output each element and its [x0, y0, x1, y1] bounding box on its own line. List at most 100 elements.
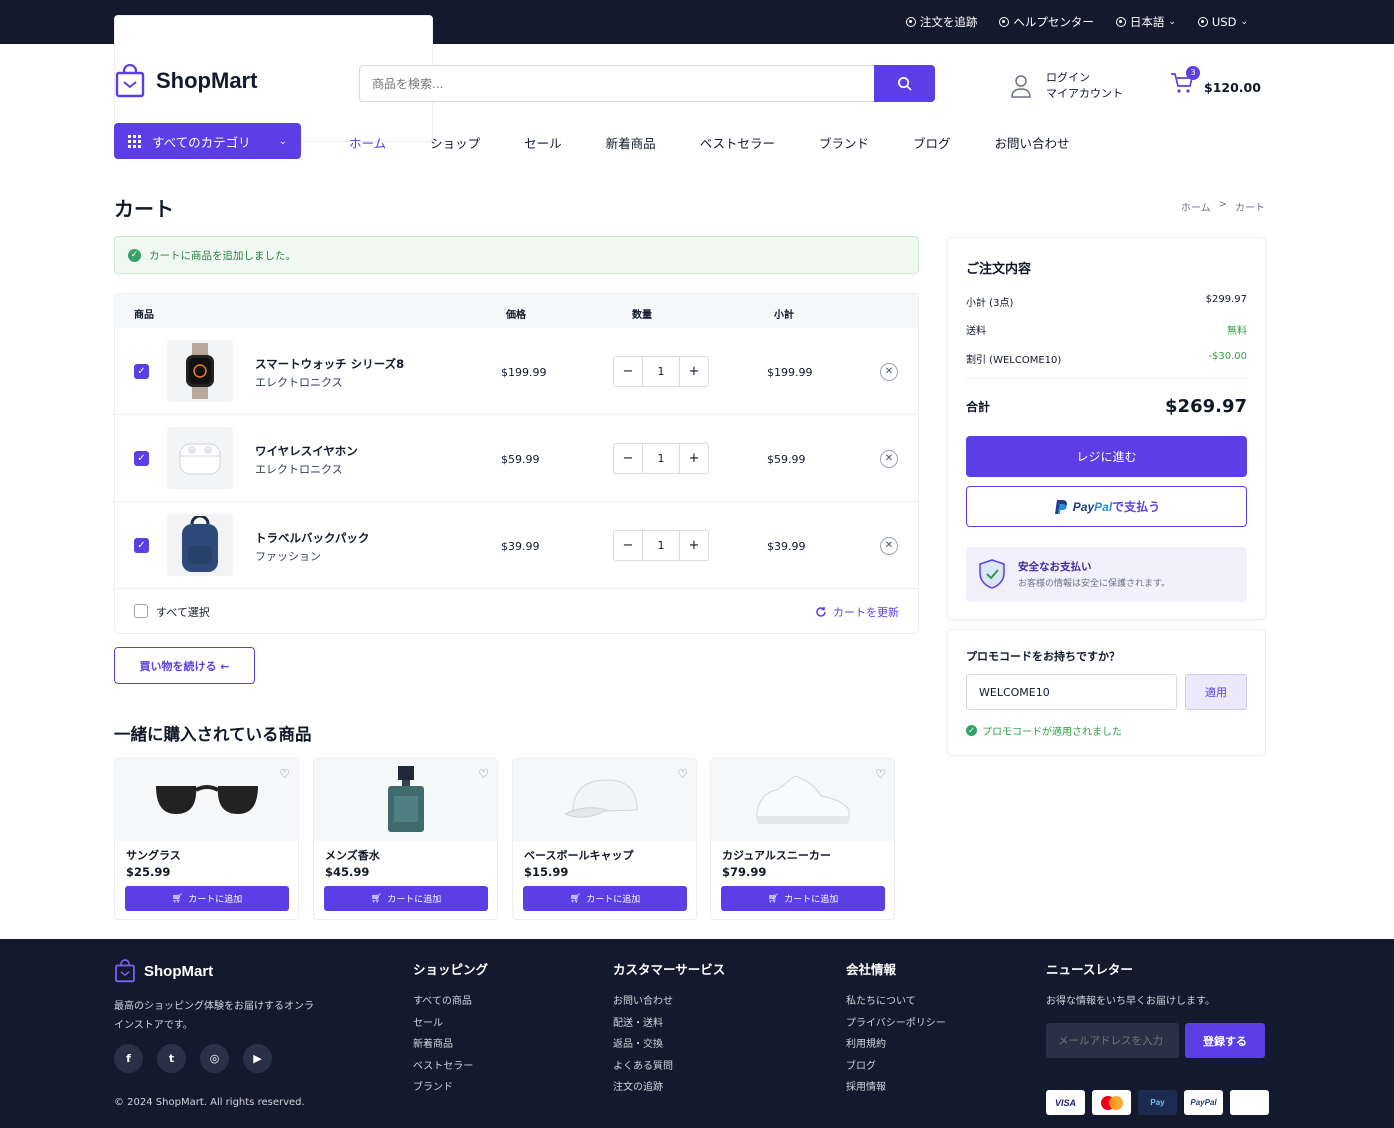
check-circle-icon: ✓: [966, 725, 977, 736]
product-image: ♡: [513, 759, 696, 841]
product-image: ♡: [711, 759, 894, 841]
promo-title: プロモコードをお持ちですか？: [966, 650, 1120, 663]
increase-button[interactable]: +: [680, 444, 708, 473]
add-to-cart-button[interactable]: 🛒︎ カートに追加: [125, 886, 289, 911]
checkout-button[interactable]: レジに進む: [966, 436, 1247, 477]
cart-icon: 🛒︎: [370, 893, 383, 904]
add-to-cart-button[interactable]: 🛒︎ カートに追加: [523, 886, 687, 911]
nav-blog[interactable]: ブログ: [913, 133, 951, 152]
promo-code-input[interactable]: [966, 674, 1177, 710]
currency-select[interactable]: USD ⌄: [1197, 15, 1248, 29]
product-card[interactable]: ♡ ベースボールキャップ $15.99 🛒︎ カートに追加: [512, 758, 697, 920]
baseball-cap-icon: [563, 779, 638, 818]
item-checkbox[interactable]: ✓: [134, 364, 149, 379]
footer-col-company: 会社情報 私たちについて プライバシーポリシー 利用規約 ブログ 採用情報: [846, 962, 946, 1093]
cart-icon: 🛒︎: [569, 893, 582, 904]
globe-icon: [1115, 17, 1126, 27]
add-to-cart-button[interactable]: 🛒︎ カートに追加: [324, 886, 488, 911]
update-cart-button[interactable]: カートを更新: [815, 604, 899, 620]
quantity-stepper: − 1 +: [613, 356, 709, 387]
footer-col-service: カスタマーサービス お問い合わせ 配送・送料 返品・交換 よくある質問 注文の追…: [613, 962, 726, 1093]
page-title: カート: [114, 197, 174, 221]
grid-icon: [128, 135, 142, 148]
increase-button[interactable]: +: [680, 357, 708, 386]
apply-promo-button[interactable]: 適用: [1185, 674, 1247, 710]
all-categories-button[interactable]: すべてのカテゴリ ⌄: [114, 123, 301, 159]
nav-new[interactable]: 新着商品: [606, 133, 656, 152]
shopping-bag-icon: [115, 959, 135, 983]
account-link[interactable]: ログイン マイアカウント: [1010, 70, 1123, 102]
help-center-link[interactable]: ヘルプセンター: [999, 14, 1094, 30]
nav-sale[interactable]: セール: [524, 133, 562, 152]
refresh-icon: [816, 607, 826, 617]
user-icon: [1011, 75, 1031, 98]
cart-row: ✓ ワイヤレスイヤホン エレクトロニクス $59.99 − 1 + $59.99…: [115, 415, 918, 502]
nav-contact[interactable]: お問い合わせ: [994, 133, 1069, 152]
twitter-icon[interactable]: t: [157, 1044, 186, 1073]
continue-shopping-button[interactable]: 買い物を続ける ←: [114, 647, 255, 684]
header-cart[interactable]: 3 $120.00: [1170, 66, 1261, 95]
instagram-icon[interactable]: ◎: [200, 1044, 229, 1073]
subscribe-button[interactable]: 登録する: [1185, 1023, 1265, 1058]
breadcrumb-current: カート: [1235, 203, 1265, 214]
location-icon: [905, 17, 916, 27]
success-alert: ✓ カートに商品を追加しました。: [114, 236, 919, 274]
summary-shipping: 送料 無料: [966, 326, 1247, 337]
decrease-button[interactable]: −: [614, 444, 642, 473]
nav-shop[interactable]: ショップ: [430, 133, 480, 152]
item-checkbox[interactable]: ✓: [134, 538, 149, 553]
promo-success-message: ✓ プロモコードが適用されました: [966, 723, 1122, 738]
youtube-icon[interactable]: ▶: [243, 1044, 272, 1073]
add-to-cart-button[interactable]: 🛒︎ カートに追加: [721, 886, 885, 911]
cart-icon: 🛒︎: [767, 893, 780, 904]
mastercard-icon: [1092, 1090, 1131, 1115]
main-nav: すべてのカテゴリ ⌄ ホーム ショップ セール 新着商品 ベストセラー ブランド…: [0, 123, 1394, 159]
nav-bestseller[interactable]: ベストセラー: [700, 133, 775, 152]
product-card[interactable]: ♡ カジュアルスニーカー $79.99 🛒︎ カートに追加: [710, 758, 895, 920]
search-button[interactable]: [874, 65, 935, 102]
nav-home[interactable]: ホーム: [349, 133, 386, 152]
nav-brands[interactable]: ブランド: [819, 133, 869, 152]
newsletter-email-input[interactable]: [1046, 1023, 1179, 1058]
chevron-down-icon: ⌄: [278, 135, 287, 147]
search-input[interactable]: [359, 65, 874, 102]
remove-item-button[interactable]: ✕: [880, 363, 898, 381]
header: ShopMart ログイン マイアカウント 3 $120.00: [0, 44, 1394, 124]
language-select[interactable]: 日本語 ⌄: [1115, 14, 1176, 30]
search-bar: [359, 65, 935, 102]
summary-total: 合計 $269.97: [966, 396, 1247, 417]
wishlist-heart-icon[interactable]: ♡: [478, 767, 489, 781]
product-card[interactable]: ♡ サングラス $25.99 🛒︎ カートに追加: [114, 758, 299, 920]
quantity-stepper: − 1 +: [613, 443, 709, 474]
decrease-button[interactable]: −: [614, 357, 642, 386]
paypal-button[interactable]: PayPalで支払う: [966, 486, 1247, 527]
item-checkbox[interactable]: ✓: [134, 451, 149, 466]
product-image: ♡: [115, 759, 298, 841]
chevron-down-icon: ⌄: [1240, 17, 1248, 27]
logo[interactable]: ShopMart: [114, 64, 257, 98]
select-all-label[interactable]: すべて選択: [156, 604, 210, 620]
recommendations-title: 一緒に購入されている商品: [114, 725, 312, 744]
visa-icon: VISA: [1046, 1090, 1085, 1115]
wishlist-heart-icon[interactable]: ♡: [875, 767, 886, 781]
product-card[interactable]: ♡ メンズ香水 $45.99 🛒︎ カートに追加: [313, 758, 498, 920]
decrease-button[interactable]: −: [614, 531, 642, 560]
paypal-logo-icon: PayPal: [1184, 1090, 1223, 1115]
remove-item-button[interactable]: ✕: [880, 450, 898, 468]
footer-description: 最高のショッピング体験をお届けするオンラインストアです。: [114, 1001, 314, 1031]
sneaker-icon: [756, 775, 849, 824]
newsletter: ニュースレター お得な情報をいち早くお届けします。 登録する: [1046, 959, 1265, 1058]
wishlist-heart-icon[interactable]: ♡: [279, 767, 290, 781]
breadcrumb-home[interactable]: ホーム: [1181, 199, 1211, 214]
increase-button[interactable]: +: [680, 531, 708, 560]
wishlist-heart-icon[interactable]: ♡: [677, 767, 688, 781]
select-all-checkbox[interactable]: [134, 604, 148, 618]
product-image: [167, 340, 233, 402]
product-image: ♡: [314, 759, 497, 841]
remove-item-button[interactable]: ✕: [880, 537, 898, 555]
track-order-link[interactable]: 注文を追跡: [905, 14, 977, 30]
facebook-icon[interactable]: f: [114, 1044, 143, 1073]
cart-table-footer: すべて選択 カートを更新: [115, 590, 918, 634]
shopping-bag-icon: [115, 64, 145, 98]
footer-logo[interactable]: ShopMart: [114, 959, 213, 983]
